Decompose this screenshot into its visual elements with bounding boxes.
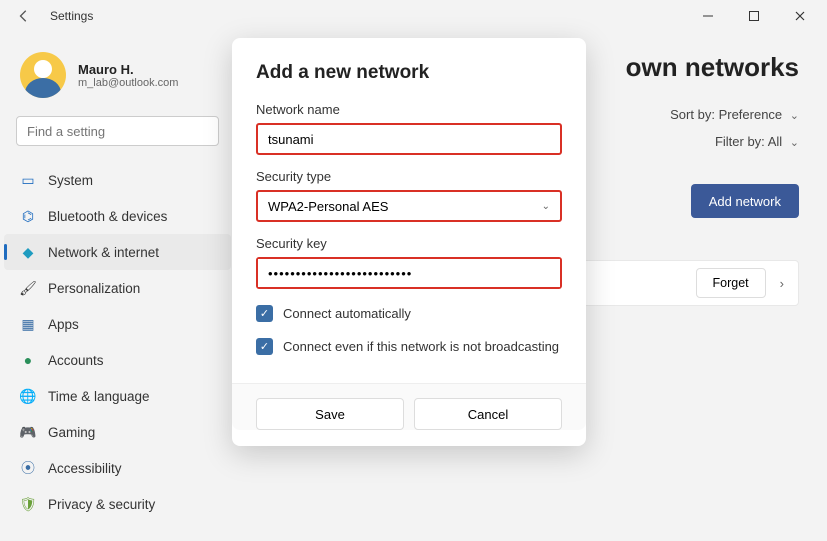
network-name-input[interactable] [258,125,560,153]
nav-label: Bluetooth & devices [48,209,167,224]
checkbox-label: Connect automatically [283,306,411,321]
sidebar-item-personalization[interactable]: 🖌 Personalization [4,270,231,306]
maximize-button[interactable] [731,0,777,32]
nav-list: ▭ System ⌬ Bluetooth & devices ◆ Network & … [4,156,231,522]
connect-auto-row[interactable]: ✓ Connect automatically [256,305,562,322]
add-network-button[interactable]: Add network [691,184,799,218]
sidebar: Mauro H. m_lab@outlook.com ▭ System ⌬ Blue… [0,32,235,541]
cancel-button[interactable]: Cancel [414,398,562,430]
sidebar-item-accessibility[interactable]: ⦿ Accessibility [4,450,231,486]
person-icon: ● [20,352,36,368]
checkbox-checked-icon[interactable]: ✓ [256,338,273,355]
nav-label: Time & language [48,389,150,404]
sidebar-item-system[interactable]: ▭ System [4,162,231,198]
security-type-label: Security type [256,169,562,184]
nav-label: Privacy & security [48,497,155,512]
connect-hidden-row[interactable]: ✓ Connect even if this network is not br… [256,338,562,355]
nav-label: Accessibility [48,461,122,476]
shield-icon: 🛡 [20,496,36,512]
security-key-input[interactable] [258,259,560,287]
gaming-icon: 🎮 [20,424,36,440]
checkbox-checked-icon[interactable]: ✓ [256,305,273,322]
nav-label: Personalization [48,281,140,296]
avatar [20,52,66,98]
display-icon: ▭ [20,172,36,188]
sidebar-item-privacy[interactable]: 🛡 Privacy & security [4,486,231,522]
minimize-button[interactable] [685,0,731,32]
sidebar-item-accounts[interactable]: ● Accounts [4,342,231,378]
brush-icon: 🖌 [20,280,36,296]
chevron-down-icon: ⌄ [790,136,799,149]
profile-email: m_lab@outlook.com [78,77,178,89]
profile-name: Mauro H. [78,62,178,77]
dialog-title: Add a new network [256,62,562,84]
sidebar-item-network[interactable]: ◆ Network & internet [4,234,231,270]
sidebar-item-gaming[interactable]: 🎮 Gaming [4,414,231,450]
titlebar: Settings [0,0,827,32]
close-button[interactable] [777,0,823,32]
select-value: WPA2-Personal AES [268,199,388,214]
checkbox-label: Connect even if this network is not broa… [283,339,559,354]
back-button[interactable] [4,0,44,32]
security-key-label: Security key [256,236,562,251]
nav-label: Network & internet [48,245,159,260]
save-button[interactable]: Save [256,398,404,430]
window-title: Settings [50,9,93,23]
security-type-select[interactable]: WPA2-Personal AES ⌄ [258,192,560,220]
accessibility-icon: ⦿ [20,460,36,476]
sidebar-item-apps[interactable]: ▦ Apps [4,306,231,342]
globe-icon: 🌐 [20,388,36,404]
network-icon: ◆ [20,244,36,260]
nav-label: Accounts [48,353,104,368]
profile-block[interactable]: Mauro H. m_lab@outlook.com [4,40,231,114]
network-name-label: Network name [256,102,562,117]
chevron-down-icon: ⌄ [542,201,550,212]
nav-label: System [48,173,93,188]
sidebar-item-time[interactable]: 🌐 Time & language [4,378,231,414]
sidebar-item-bluetooth[interactable]: ⌬ Bluetooth & devices [4,198,231,234]
bluetooth-icon: ⌬ [20,208,36,224]
chevron-down-icon: ⌄ [790,109,799,122]
apps-icon: ▦ [20,316,36,332]
nav-label: Apps [48,317,79,332]
forget-button[interactable]: Forget [696,268,766,298]
add-network-dialog: Add a new network Network name Security … [232,38,586,446]
search-input[interactable] [16,116,219,146]
nav-label: Gaming [48,425,95,440]
chevron-right-icon: › [780,276,784,291]
